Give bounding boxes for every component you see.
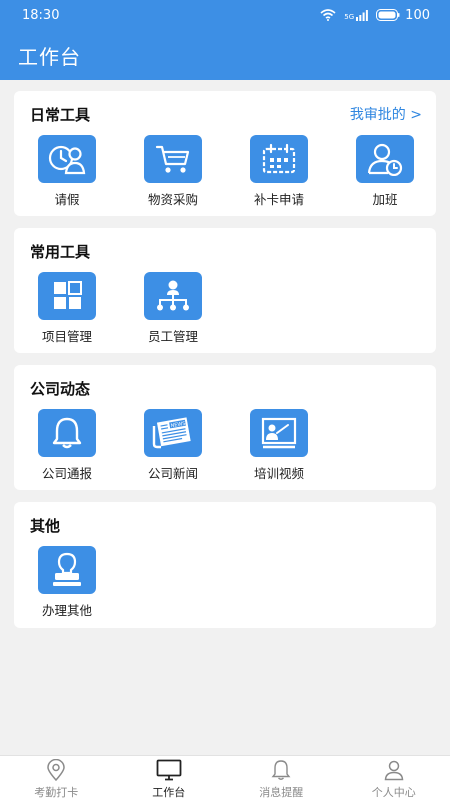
status-time: 18:30: [22, 7, 60, 23]
nav-profile[interactable]: 个人中心: [338, 756, 450, 800]
nav-label: 考勤打卡: [34, 786, 79, 799]
battery-indicator: 100: [376, 8, 430, 23]
shopping-cart-icon: [144, 135, 202, 183]
nav-label: 个人中心: [371, 786, 416, 799]
tool-label: 请假: [54, 192, 80, 207]
battery-icon: [376, 9, 400, 21]
daily-tools-card: 日常工具 我审批的 > 请假 物资采购 补卡申请 加班: [14, 91, 436, 216]
tool-label: 补卡申请: [253, 192, 304, 207]
nav-messages[interactable]: 消息提醒: [225, 756, 338, 800]
section-title: 公司动态: [30, 380, 91, 398]
tool-label: 培训视频: [253, 466, 304, 481]
wifi-icon: [320, 9, 336, 21]
company-news-card: 公司动态 公司通报 NEWS 公司新闻 培训视频: [14, 365, 436, 490]
grid-icon: [38, 272, 96, 320]
tool-company-news[interactable]: NEWS 公司新闻: [133, 409, 213, 482]
newspaper-icon: NEWS: [144, 409, 202, 457]
battery-level: 100: [405, 7, 430, 23]
tool-label: 项目管理: [41, 329, 92, 344]
nav-label: 工作台: [152, 786, 186, 799]
tool-training-video[interactable]: 培训视频: [239, 409, 319, 482]
tool-leave[interactable]: 请假: [27, 135, 107, 208]
tool-project-management[interactable]: 项目管理: [27, 272, 107, 345]
stamp-icon: [38, 546, 96, 594]
other-card: 其他 办理其他: [14, 502, 436, 628]
section-title: 其他: [30, 517, 61, 535]
tool-label: 员工管理: [147, 329, 198, 344]
nav-attendance[interactable]: 考勤打卡: [0, 756, 113, 800]
tool-handle-other[interactable]: 办理其他: [27, 546, 107, 619]
nav-label: 消息提醒: [259, 786, 304, 799]
tool-label: 公司新闻: [147, 466, 198, 481]
presentation-icon: [250, 409, 308, 457]
tool-card-reissue[interactable]: 补卡申请: [239, 135, 319, 208]
app-header: 工作台: [0, 30, 450, 80]
user-icon: [383, 759, 405, 781]
tool-label: 物资采购: [147, 192, 198, 207]
common-tools-card: 常用工具 项目管理 员工管理: [14, 228, 436, 353]
overtime-icon: [356, 135, 414, 183]
page-title: 工作台: [18, 44, 81, 69]
location-pin-icon: [46, 759, 66, 781]
section-title: 日常工具: [30, 106, 91, 124]
calendar-icon: [250, 135, 308, 183]
tool-label: 加班: [372, 192, 398, 207]
tool-staff-management[interactable]: 员工管理: [133, 272, 213, 345]
org-chart-icon: [144, 272, 202, 320]
network-type: 5G: [344, 12, 355, 21]
nav-workbench[interactable]: 工作台: [113, 756, 226, 800]
bell-outline-icon: [270, 759, 292, 781]
tool-purchase[interactable]: 物资采购: [133, 135, 213, 208]
tool-overtime[interactable]: 加班: [345, 135, 425, 208]
bell-icon: [38, 409, 96, 457]
status-bar: 18:30 5G 100: [0, 0, 450, 30]
status-icons: 5G 100: [320, 8, 430, 23]
section-title: 常用工具: [30, 243, 91, 261]
my-approvals-link[interactable]: 我审批的 >: [350, 104, 422, 124]
bottom-nav: 考勤打卡 工作台 消息提醒 个人中心: [0, 755, 450, 800]
leave-icon: [38, 135, 96, 183]
tool-company-notice[interactable]: 公司通报: [27, 409, 107, 482]
tool-label: 办理其他: [41, 603, 92, 618]
monitor-icon: [156, 759, 182, 781]
tool-label: 公司通报: [41, 466, 92, 481]
signal-icon: 5G: [344, 9, 369, 21]
